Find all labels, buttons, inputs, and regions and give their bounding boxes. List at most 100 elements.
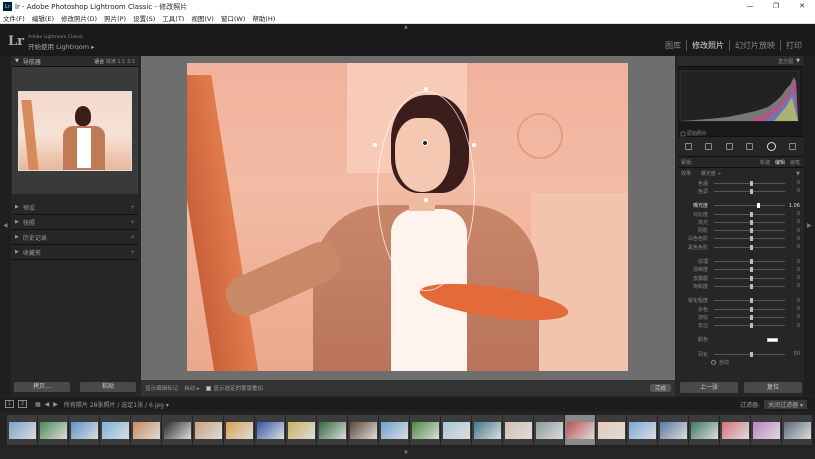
red-eye-icon[interactable] (725, 143, 733, 150)
add-preset-icon[interactable]: + (130, 204, 135, 211)
navigator-header[interactable]: ▼ 导航器 适合 填满 1:1 3:1 (12, 56, 138, 67)
getting-started-link[interactable]: 开始使用 Lightroom ▸ (28, 41, 94, 51)
done-button[interactable]: 完成 (649, 384, 671, 392)
filmstrip-thumbnail[interactable] (379, 415, 409, 445)
filmstrip-breadcrumb[interactable]: 所有照片 28张照片 / 选定1张 / 6.jpg ▾ (64, 400, 169, 409)
menu-settings[interactable]: 设置(S) (133, 13, 155, 23)
filmstrip-thumbnail[interactable] (193, 415, 223, 445)
filmstrip-thumbnail[interactable] (720, 415, 750, 445)
filmstrip-thumbnail[interactable] (627, 415, 657, 445)
mask-edit-tab[interactable]: 编辑 (775, 159, 785, 166)
module-print[interactable]: 打印 (780, 40, 807, 51)
menu-photo[interactable]: 照片(P) (104, 13, 126, 23)
add-snapshot-icon[interactable]: + (130, 219, 135, 226)
slider-moire[interactable]: 波纹 0 (678, 313, 803, 321)
slider-noise[interactable]: 杂色 0 (678, 305, 803, 313)
effect-dropdown[interactable]: 曝光度 ÷ (701, 170, 722, 177)
slider-tint[interactable]: 色调 0 (678, 187, 803, 195)
histogram[interactable]: 原始照片 (678, 67, 803, 137)
filmstrip-thumbnail[interactable] (534, 415, 564, 445)
right-panel-toggle-icon[interactable]: ▶ (807, 222, 812, 229)
slider-clarity[interactable]: 清晰度 0 (678, 266, 803, 274)
secondary-window-icon[interactable]: 2 (18, 400, 27, 408)
collapse-triangle-icon[interactable]: ▼ (796, 171, 800, 177)
menu-edit[interactable]: 编辑(E) (32, 13, 54, 23)
filmstrip-thumbnail[interactable] (751, 415, 781, 445)
close-button[interactable]: ✕ (789, 0, 815, 13)
add-collection-icon[interactable]: + (130, 249, 135, 256)
mask-handle[interactable] (373, 143, 377, 147)
top-panel-toggle-icon[interactable]: ▲ (404, 24, 408, 30)
auto-mask-row[interactable]: 自动 (678, 358, 803, 366)
filmstrip-thumbnail[interactable] (658, 415, 688, 445)
presets-section[interactable]: ▶ 预设 + (12, 200, 138, 215)
main-photo[interactable] (187, 63, 628, 371)
grid-view-icon[interactable]: ▦ (35, 401, 41, 408)
filmstrip-thumbnail[interactable] (100, 415, 130, 445)
maximize-button[interactable]: ❐ (763, 0, 789, 13)
slider-contrast[interactable]: 对比度 0 (678, 210, 803, 218)
history-section[interactable]: ▶ 历史记录 × (12, 230, 138, 245)
filmstrip-thumbnail[interactable] (689, 415, 719, 445)
slider-exposure[interactable]: 曝光度 1.06 (678, 202, 803, 210)
filmstrip-thumbnail[interactable] (317, 415, 347, 445)
filmstrip-thumbnail[interactable] (472, 415, 502, 445)
navigator-preview[interactable] (12, 67, 138, 194)
color-row[interactable]: 颜色 (678, 336, 803, 344)
slider-texture[interactable]: 纹理 0 (678, 257, 803, 266)
image-canvas[interactable] (141, 56, 675, 380)
zoom-fit[interactable]: 适合 (94, 59, 104, 65)
minimize-button[interactable]: — (737, 0, 763, 13)
filmstrip-thumbnail[interactable] (565, 415, 595, 445)
menu-file[interactable]: 文件(F) (3, 13, 25, 23)
slider-dehaze[interactable]: 去朦胧 0 (678, 274, 803, 282)
slider-blacks[interactable]: 黑色色阶 0 (678, 243, 803, 251)
clear-history-icon[interactable]: × (130, 234, 135, 241)
slider-shadows[interactable]: 阴影 0 (678, 226, 803, 235)
left-panel-toggle-icon[interactable]: ◀ (3, 222, 8, 229)
color-swatch[interactable] (767, 337, 778, 342)
slider-saturation[interactable]: 饱和度 0 (678, 282, 803, 290)
filmstrip-thumbnail[interactable] (224, 415, 254, 445)
filter-dropdown[interactable]: 关闭过滤器 ▾ (764, 399, 807, 409)
menu-develop[interactable]: 修改照片(D) (61, 13, 97, 23)
mask-handle[interactable] (424, 198, 428, 202)
primary-window-icon[interactable]: 1 (5, 400, 14, 408)
slider-temp[interactable]: 色温 0 (678, 179, 803, 187)
graduated-filter-icon[interactable] (746, 143, 754, 150)
effect-row[interactable]: 效果: 曝光度 ÷ ▼ (678, 168, 803, 179)
filmstrip-thumbnail[interactable] (441, 415, 471, 445)
filmstrip-thumbnail[interactable] (255, 415, 285, 445)
mask-pin[interactable] (422, 140, 428, 146)
back-arrow-icon[interactable]: ◀ (45, 401, 50, 408)
slider-feather[interactable]: 羽化 50 (678, 350, 803, 358)
filmstrip-thumbnail[interactable] (286, 415, 316, 445)
module-library[interactable]: 图库 (660, 40, 686, 51)
filmstrip-thumbnail[interactable] (410, 415, 440, 445)
slider-whites[interactable]: 白色色阶 0 (678, 235, 803, 243)
original-photo-label[interactable]: 原始照片 (687, 130, 707, 137)
mask-handle[interactable] (424, 87, 428, 91)
zoom-fill[interactable]: 填满 (106, 59, 116, 65)
mask-new-tab[interactable]: 新建 (760, 159, 770, 166)
filmstrip-thumbnail[interactable] (348, 415, 378, 445)
paste-button[interactable]: 粘贴 (80, 382, 136, 392)
filmstrip-thumbnail[interactable] (131, 415, 161, 445)
filmstrip-thumbnail[interactable] (162, 415, 192, 445)
menu-window[interactable]: 窗口(W) (221, 13, 246, 23)
zoom-1-1[interactable]: 1:1 (117, 59, 125, 65)
edit-pins-mode[interactable]: 自动 ▸ (184, 384, 200, 392)
copy-button[interactable]: 拷贝... (14, 382, 70, 392)
module-slideshow[interactable]: 幻灯片放映 (729, 40, 780, 51)
bottom-panel-toggle-icon[interactable]: ▼ (404, 450, 408, 456)
spot-removal-icon[interactable] (705, 143, 713, 150)
crop-tool-icon[interactable] (684, 143, 692, 150)
previous-button[interactable]: 上一张 (680, 382, 738, 393)
slider-sharpness[interactable]: 锐化程度 0 (678, 297, 803, 305)
menu-view[interactable]: 视图(V) (191, 13, 214, 23)
histogram-header[interactable]: 直方图 ▼ (678, 56, 803, 67)
mask-brush-tab[interactable]: 画笔 (790, 159, 800, 166)
filmstrip-thumbnail[interactable] (782, 415, 812, 445)
snapshots-section[interactable]: ▶ 快照 + (12, 215, 138, 230)
menu-tools[interactable]: 工具(T) (162, 13, 184, 23)
